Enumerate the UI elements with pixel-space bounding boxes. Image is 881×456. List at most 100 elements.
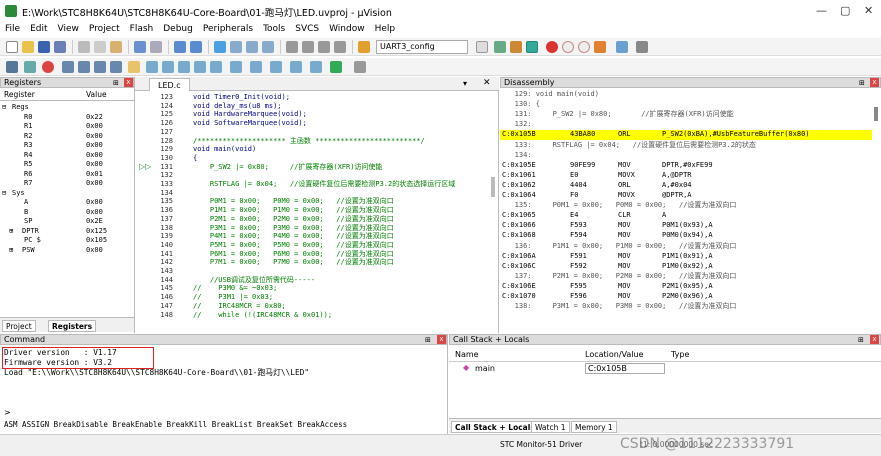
menu-file[interactable]: File xyxy=(0,22,25,36)
register-row[interactable]: R3 0x00 xyxy=(0,141,134,151)
disassembly-line[interactable]: 131: P_SW2 |= 0x80; //扩展寄存器(XFR)访问使能 xyxy=(500,110,872,120)
command-prompt[interactable]: > xyxy=(4,408,11,417)
menu-flash[interactable]: Flash xyxy=(125,22,159,36)
unindent-icon[interactable] xyxy=(302,41,314,53)
prev-bookmark-icon[interactable] xyxy=(230,41,242,53)
disassembly-window-icon[interactable] xyxy=(162,61,174,73)
register-row[interactable]: R0 0x22 xyxy=(0,113,134,123)
code-line[interactable]: void Timer0_Init(void); xyxy=(193,93,290,102)
register-value[interactable]: 0x22 xyxy=(86,113,103,121)
dropdown-arrow-icon[interactable] xyxy=(476,41,488,53)
register-row[interactable]: PC $ 0x105 xyxy=(0,236,134,246)
register-row[interactable]: ⊞ PSW 0x00 xyxy=(0,246,134,256)
close-file-icon[interactable]: ✕ xyxy=(483,78,491,88)
code-line[interactable]: void main(void) xyxy=(193,145,256,154)
register-row[interactable]: ⊟ Regs xyxy=(0,103,134,113)
target-dropdown[interactable]: UART3_config xyxy=(376,40,468,54)
disassembly-line[interactable]: C:0x106C F592 MOV P1M0(0x92),A xyxy=(500,262,872,272)
tree-toggle-icon[interactable]: ⊞ xyxy=(9,246,13,254)
tab-led-c[interactable]: LED.c xyxy=(149,78,190,91)
code-line[interactable]: P4M1 = 0x00; P4M0 = 0x00; //设置为准双向口 xyxy=(193,232,394,241)
debug-start-icon[interactable] xyxy=(510,41,522,53)
save-all-icon[interactable] xyxy=(54,41,66,53)
code-line[interactable]: P2M1 = 0x00; P2M0 = 0x00; //设置为准双向口 xyxy=(193,215,394,224)
disassembly-line[interactable]: 134: xyxy=(500,151,872,161)
disassembly-line[interactable]: 136: P1M1 = 0x00; P1M0 = 0x00; //设置为准双向口 xyxy=(500,242,872,252)
pin-icon[interactable]: ⊞ xyxy=(113,78,119,88)
redo-icon[interactable] xyxy=(150,41,162,53)
register-value[interactable]: 0x01 xyxy=(86,170,103,178)
register-row[interactable]: SP 0x2E xyxy=(0,217,134,227)
register-row[interactable]: R1 0x00 xyxy=(0,122,134,132)
disassembly-line[interactable]: C:0x1062 4404 ORL A,#0x04 xyxy=(500,181,872,191)
register-value[interactable]: 0x2E xyxy=(86,217,103,225)
disassembly-line[interactable]: 129: void main(void) xyxy=(500,90,872,100)
nav-forward-icon[interactable] xyxy=(190,41,202,53)
code-line[interactable]: P1M1 = 0x00; P1M0 = 0x00; //设置为准双向口 xyxy=(193,206,394,215)
wrench-icon[interactable] xyxy=(636,41,648,53)
tab-callstack[interactable]: Call Stack + Locals xyxy=(451,421,539,433)
reset-cpu-icon[interactable] xyxy=(6,61,18,73)
breakpoint-icon[interactable] xyxy=(546,41,558,53)
tab-project[interactable]: Project xyxy=(2,320,36,332)
disassembly-line[interactable]: 130: { xyxy=(500,100,872,110)
tree-toggle-icon[interactable]: ⊞ xyxy=(9,227,13,235)
menu-tools[interactable]: Tools xyxy=(258,22,290,36)
register-row[interactable]: R5 0x00 xyxy=(0,160,134,170)
close-icon[interactable]: x xyxy=(437,335,446,344)
code-line[interactable]: P6M1 = 0x00; P6M0 = 0x00; //设置为准双向口 xyxy=(193,250,394,259)
tab-registers[interactable]: Registers xyxy=(48,320,97,332)
register-value[interactable]: 0x00 xyxy=(86,246,103,254)
step-out-icon[interactable] xyxy=(94,61,106,73)
register-row[interactable]: R7 0x00 xyxy=(0,179,134,189)
register-row[interactable]: ⊞ DPTR 0x125 xyxy=(0,227,134,237)
disassembly-scrollbar[interactable] xyxy=(874,107,878,121)
code-line[interactable]: //USB调试及复位所需代码----- xyxy=(193,276,315,285)
col-register[interactable]: Register xyxy=(4,90,35,99)
serial-window-icon[interactable] xyxy=(270,61,282,73)
stop-icon[interactable] xyxy=(42,61,54,73)
analysis-window-icon[interactable] xyxy=(290,61,302,73)
code-line[interactable]: // P3M0 &= ~0x03; xyxy=(193,284,277,293)
disassembly-line[interactable]: C:0x1065 E4 CLR A xyxy=(500,211,872,221)
code-line[interactable]: void HardwareMarquee(void); xyxy=(193,110,307,119)
minimize-icon[interactable]: — xyxy=(816,4,827,17)
system-viewer-icon[interactable] xyxy=(330,61,342,73)
callstack-row[interactable]: ◆ main C:0x105B xyxy=(449,363,881,374)
tab-watch1[interactable]: Watch 1 xyxy=(531,421,570,433)
pin-icon[interactable]: ⊞ xyxy=(859,78,865,88)
register-value[interactable]: 0x00 xyxy=(86,160,103,168)
disassembly-line[interactable]: 133: RSTFLAG |= 0x04; //设置硬件复位后需要检测P3.2的… xyxy=(500,141,872,151)
tab-dropdown-icon[interactable]: ▾ xyxy=(463,79,467,88)
find-in-files-icon[interactable] xyxy=(358,41,370,53)
col-location[interactable]: Location/Value xyxy=(585,350,644,359)
register-value[interactable]: 0x00 xyxy=(86,122,103,130)
menu-svcs[interactable]: SVCS xyxy=(290,22,324,36)
close-icon[interactable]: ✕ xyxy=(864,4,873,17)
register-row[interactable]: R6 0x01 xyxy=(0,170,134,180)
disassembly-line[interactable]: C:0x1070 F596 MOV P2M0(0x96),A xyxy=(500,292,872,302)
register-row[interactable]: B 0x00 xyxy=(0,208,134,218)
editor-scrollbar[interactable] xyxy=(491,177,495,197)
comment-icon[interactable] xyxy=(318,41,330,53)
register-row[interactable]: R4 0x00 xyxy=(0,151,134,161)
disassembly-line[interactable]: C:0x1064 F0 MOVX @DPTR,A xyxy=(500,191,872,201)
watch-window-icon[interactable] xyxy=(230,61,242,73)
disassembly-line[interactable]: C:0x105B 43BA80 ORL P_SW2(0xBA),#UsbFeature… xyxy=(500,130,872,140)
tree-toggle-icon[interactable]: ⊟ xyxy=(2,103,6,111)
menu-edit[interactable]: Edit xyxy=(25,22,52,36)
code-line[interactable]: P7M1 = 0x00; P7M0 = 0x00; //设置为准双向口 xyxy=(193,258,394,267)
disassembly-line[interactable]: C:0x1061 E0 MOVX A,@DPTR xyxy=(500,171,872,181)
menu-debug[interactable]: Debug xyxy=(158,22,198,36)
close-icon[interactable]: x xyxy=(124,78,133,87)
close-icon[interactable]: x xyxy=(870,78,879,87)
open-folder-icon[interactable] xyxy=(22,41,34,53)
code-line[interactable]: { xyxy=(193,154,197,163)
save-icon[interactable] xyxy=(38,41,50,53)
register-value[interactable]: 0x125 xyxy=(86,227,107,235)
disassembly-line[interactable]: C:0x106A F591 MOV P1M1(0x91),A xyxy=(500,252,872,262)
disassembly-line[interactable]: 137: P2M1 = 0x00; P2M0 = 0x00; //设置为准双向口 xyxy=(500,272,872,282)
code-line[interactable]: // while (!(IRC48MCR & 0x01)); xyxy=(193,311,332,320)
clear-bookmarks-icon[interactable] xyxy=(262,41,274,53)
col-type[interactable]: Type xyxy=(671,350,689,359)
